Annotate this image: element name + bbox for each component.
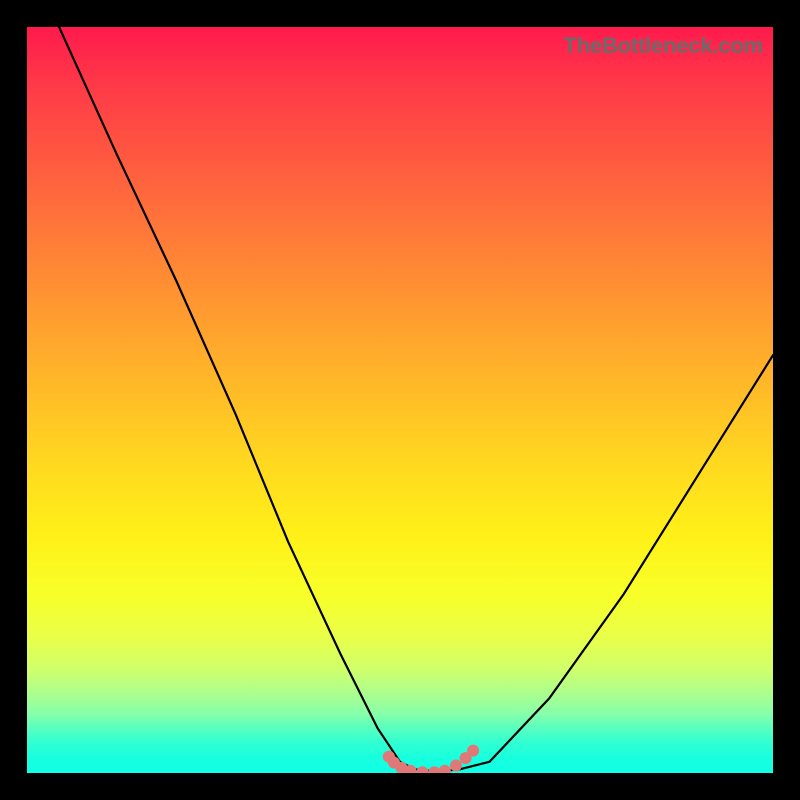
plot-area: TheBottleneck.com — [27, 27, 773, 773]
valley-marker — [428, 766, 440, 773]
frame: TheBottleneck.com — [0, 0, 800, 800]
valley-marker — [416, 766, 428, 773]
valley-marker — [439, 765, 451, 773]
valley-marker — [450, 760, 462, 772]
valley-marker — [467, 745, 479, 757]
left-arm-path — [59, 27, 415, 769]
bottleneck-curve — [27, 27, 773, 773]
right-arm-path — [460, 355, 773, 769]
